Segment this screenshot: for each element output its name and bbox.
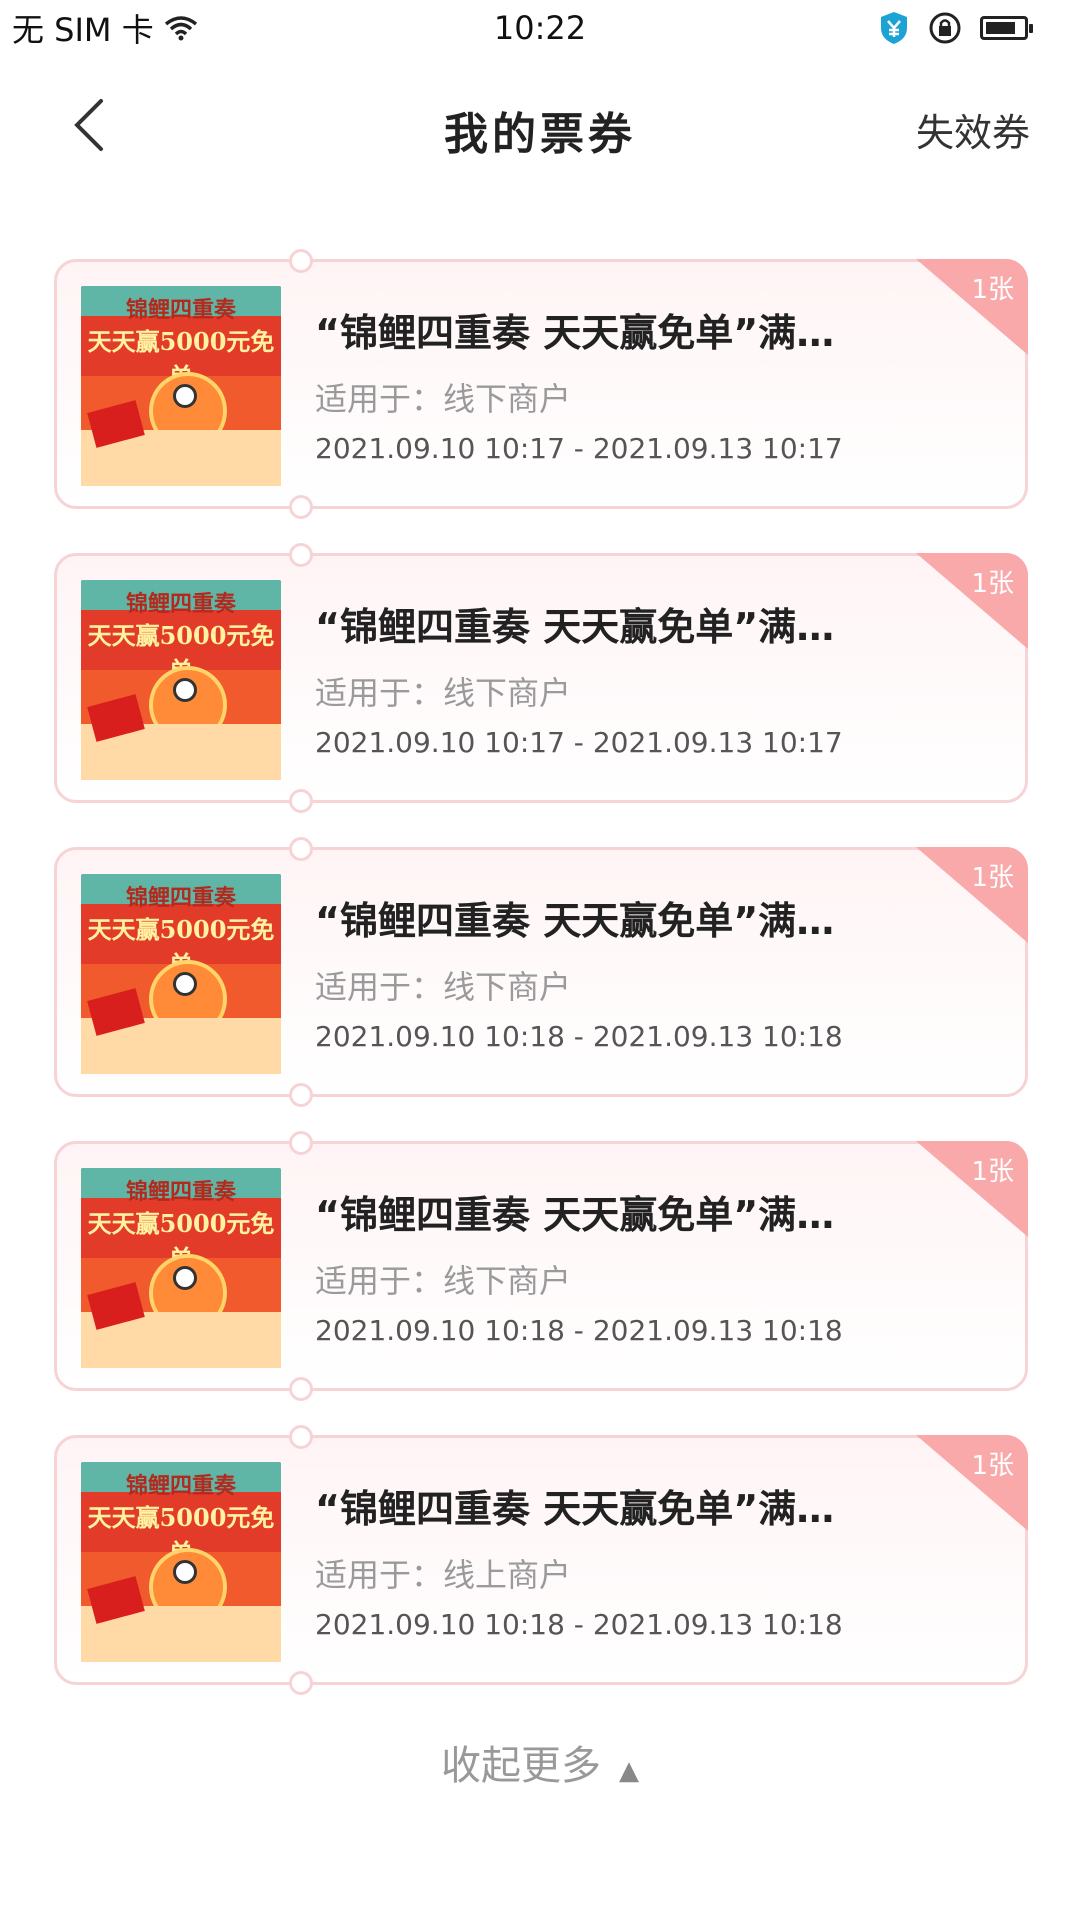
rotation-lock-icon — [929, 12, 961, 44]
coupon-scope: 适用于：线下商户 — [315, 968, 572, 1006]
ticket-notch — [289, 837, 313, 861]
coupon-validity: 2021.09.10 10:17 - 2021.09.13 10:17 — [315, 432, 843, 465]
coupon-card[interactable]: 锦鲤四重奏 天天赢5000元免单 1张 “锦鲤四重奏 天天赢免单”满200… 适… — [54, 1131, 1028, 1401]
coupon-scope: 适用于：线下商户 — [315, 380, 572, 418]
triangle-up-icon: ▲ — [619, 1756, 639, 1786]
shield-yen-icon — [881, 12, 907, 44]
coupon-title: “锦鲤四重奏 天天赢免单”满200… — [315, 605, 835, 649]
coupon-scope: 适用于：线下商户 — [315, 1262, 572, 1300]
ticket-notch — [289, 249, 313, 273]
coupon-thumbnail: 锦鲤四重奏 天天赢5000元免单 — [81, 286, 281, 486]
coupon-validity: 2021.09.10 10:18 - 2021.09.13 10:18 — [315, 1314, 843, 1347]
quantity-badge: 1张 — [916, 847, 1028, 943]
battery-icon — [980, 16, 1033, 40]
ticket-notch — [289, 1131, 313, 1155]
coupon-card[interactable]: 锦鲤四重奏 天天赢5000元免单 1张 “锦鲤四重奏 天天赢免单”满200… 适… — [54, 249, 1028, 519]
quantity-badge-label: 1张 — [971, 275, 1014, 305]
coupon-validity: 2021.09.10 10:17 - 2021.09.13 10:17 — [315, 726, 843, 759]
back-button[interactable] — [58, 90, 118, 160]
coupon-scope: 适用于：线下商户 — [315, 674, 572, 712]
coupon-thumbnail: 锦鲤四重奏 天天赢5000元免单 — [81, 580, 281, 780]
thumbnail-line1: 锦鲤四重奏 — [125, 1179, 236, 1205]
quantity-badge-label: 1张 — [971, 863, 1014, 893]
coupon-validity: 2021.09.10 10:18 - 2021.09.13 10:18 — [315, 1608, 843, 1641]
coupon-card[interactable]: 锦鲤四重奏 天天赢5000元免单 1张 “锦鲤四重奏 天天赢免单”满200… 适… — [54, 543, 1028, 813]
chevron-left-icon — [74, 99, 103, 151]
thumbnail-line1: 锦鲤四重奏 — [125, 885, 236, 911]
quantity-badge-label: 1张 — [971, 1157, 1014, 1187]
nav-bar: 我的票券 失效券 — [0, 70, 1080, 180]
thumbnail-line1: 锦鲤四重奏 — [125, 297, 236, 323]
ticket-notch — [289, 1671, 313, 1695]
coupon-title: “锦鲤四重奏 天天赢免单”满200… — [315, 1193, 835, 1237]
quantity-badge-label: 1张 — [971, 1451, 1014, 1481]
coupon-title: “锦鲤四重奏 天天赢免单”满10减… — [315, 1487, 835, 1531]
quantity-badge: 1张 — [916, 1141, 1028, 1237]
coupon-title: “锦鲤四重奏 天天赢免单”满200… — [315, 311, 835, 355]
thumbnail-line1: 锦鲤四重奏 — [125, 591, 236, 617]
carrier-label: 无 SIM 卡 — [12, 11, 154, 49]
expired-coupons-link[interactable]: 失效券 — [916, 102, 1030, 157]
ticket-notch — [289, 789, 313, 813]
quantity-badge: 1张 — [916, 553, 1028, 649]
thumbnail-line1: 锦鲤四重奏 — [125, 1473, 236, 1499]
coupon-scope: 适用于：线上商户 — [315, 1556, 572, 1594]
ticket-notch — [289, 1083, 313, 1107]
ticket-notch — [289, 543, 313, 567]
coupon-validity: 2021.09.10 10:18 - 2021.09.13 10:18 — [315, 1020, 843, 1053]
coupon-list: 锦鲤四重奏 天天赢5000元免单 1张 “锦鲤四重奏 天天赢免单”满200… 适… — [54, 249, 1028, 1729]
ticket-notch — [289, 495, 313, 519]
collapse-more-button[interactable]: 收起更多 ▲ — [0, 1733, 1080, 1791]
status-bar: 无 SIM 卡 10:22 — [0, 0, 1080, 56]
coupon-thumbnail: 锦鲤四重奏 天天赢5000元免单 — [81, 1168, 281, 1368]
ticket-notch — [289, 1377, 313, 1401]
quantity-badge: 1张 — [916, 1435, 1028, 1531]
coupon-card[interactable]: 锦鲤四重奏 天天赢5000元免单 1张 “锦鲤四重奏 天天赢免单”满10减… 适… — [54, 837, 1028, 1107]
status-bar-right — [878, 10, 1080, 46]
coupon-card[interactable]: 锦鲤四重奏 天天赢5000元免单 1张 “锦鲤四重奏 天天赢免单”满10减… 适… — [54, 1425, 1028, 1695]
ticket-notch — [289, 1425, 313, 1449]
coupon-title: “锦鲤四重奏 天天赢免单”满10减… — [315, 899, 835, 943]
coupon-thumbnail: 锦鲤四重奏 天天赢5000元免单 — [81, 874, 281, 1074]
status-bar-left: 无 SIM 卡 — [0, 5, 198, 51]
coupon-thumbnail: 锦鲤四重奏 天天赢5000元免单 — [81, 1462, 281, 1662]
collapse-label: 收起更多 — [441, 1743, 601, 1789]
quantity-badge-label: 1张 — [971, 569, 1014, 599]
quantity-badge: 1张 — [916, 259, 1028, 355]
wifi-icon — [164, 16, 197, 41]
